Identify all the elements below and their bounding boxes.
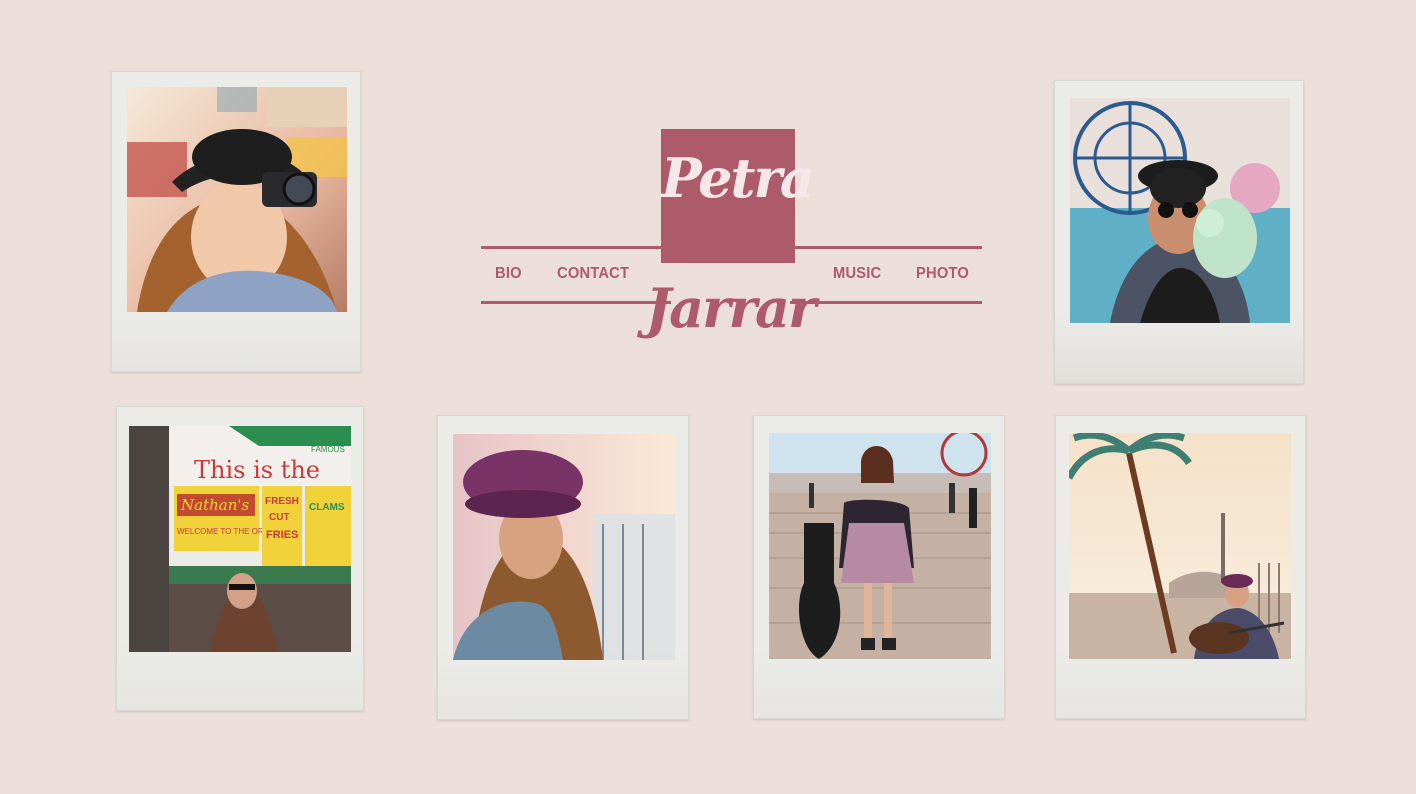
nav-rule-top-right (795, 246, 982, 249)
sign-nathans: Nathan's (180, 496, 249, 514)
sign-fresh: FRESH (265, 496, 299, 507)
polaroid-photo-6[interactable] (1055, 415, 1306, 719)
photo-purple-hat (453, 434, 675, 660)
polaroid-photo-4[interactable] (437, 415, 689, 720)
sign-clams: CLAMS (309, 502, 345, 513)
polaroid-photo-2[interactable] (1054, 80, 1304, 384)
nav-rule-bottom-left (481, 301, 671, 304)
nav-music[interactable]: MUSIC (833, 265, 881, 283)
sign-fries: FRIES (266, 529, 298, 541)
polaroid-photo-5[interactable] (753, 415, 1005, 719)
nav-photo[interactable]: PHOTO (916, 265, 969, 283)
nav-rule-top-left (481, 246, 661, 249)
sign-this-is-the: This is the (194, 456, 320, 484)
logo-last-name[interactable]: Jarrar (640, 276, 820, 340)
polaroid-photo-3[interactable]: FAMOUS This is the Nathan's WELCOME TO T… (116, 406, 364, 711)
photo-boardwalk-guitar-case (769, 433, 991, 659)
logo-first-name[interactable]: Petra (661, 146, 815, 210)
nav-rule-bottom-right (790, 301, 982, 304)
sign-cut: CUT (269, 512, 290, 523)
nav-bio[interactable]: BIO (495, 265, 522, 283)
photo-camera-girl (127, 87, 347, 312)
photo-nathans: FAMOUS This is the Nathan's WELCOME TO T… (129, 426, 351, 652)
nav-contact[interactable]: CONTACT (557, 265, 629, 283)
sign-famous: FAMOUS (311, 445, 345, 454)
photo-cotton-candy (1070, 98, 1290, 323)
photo-beach-guitar (1069, 433, 1291, 659)
polaroid-photo-1[interactable] (111, 71, 361, 372)
